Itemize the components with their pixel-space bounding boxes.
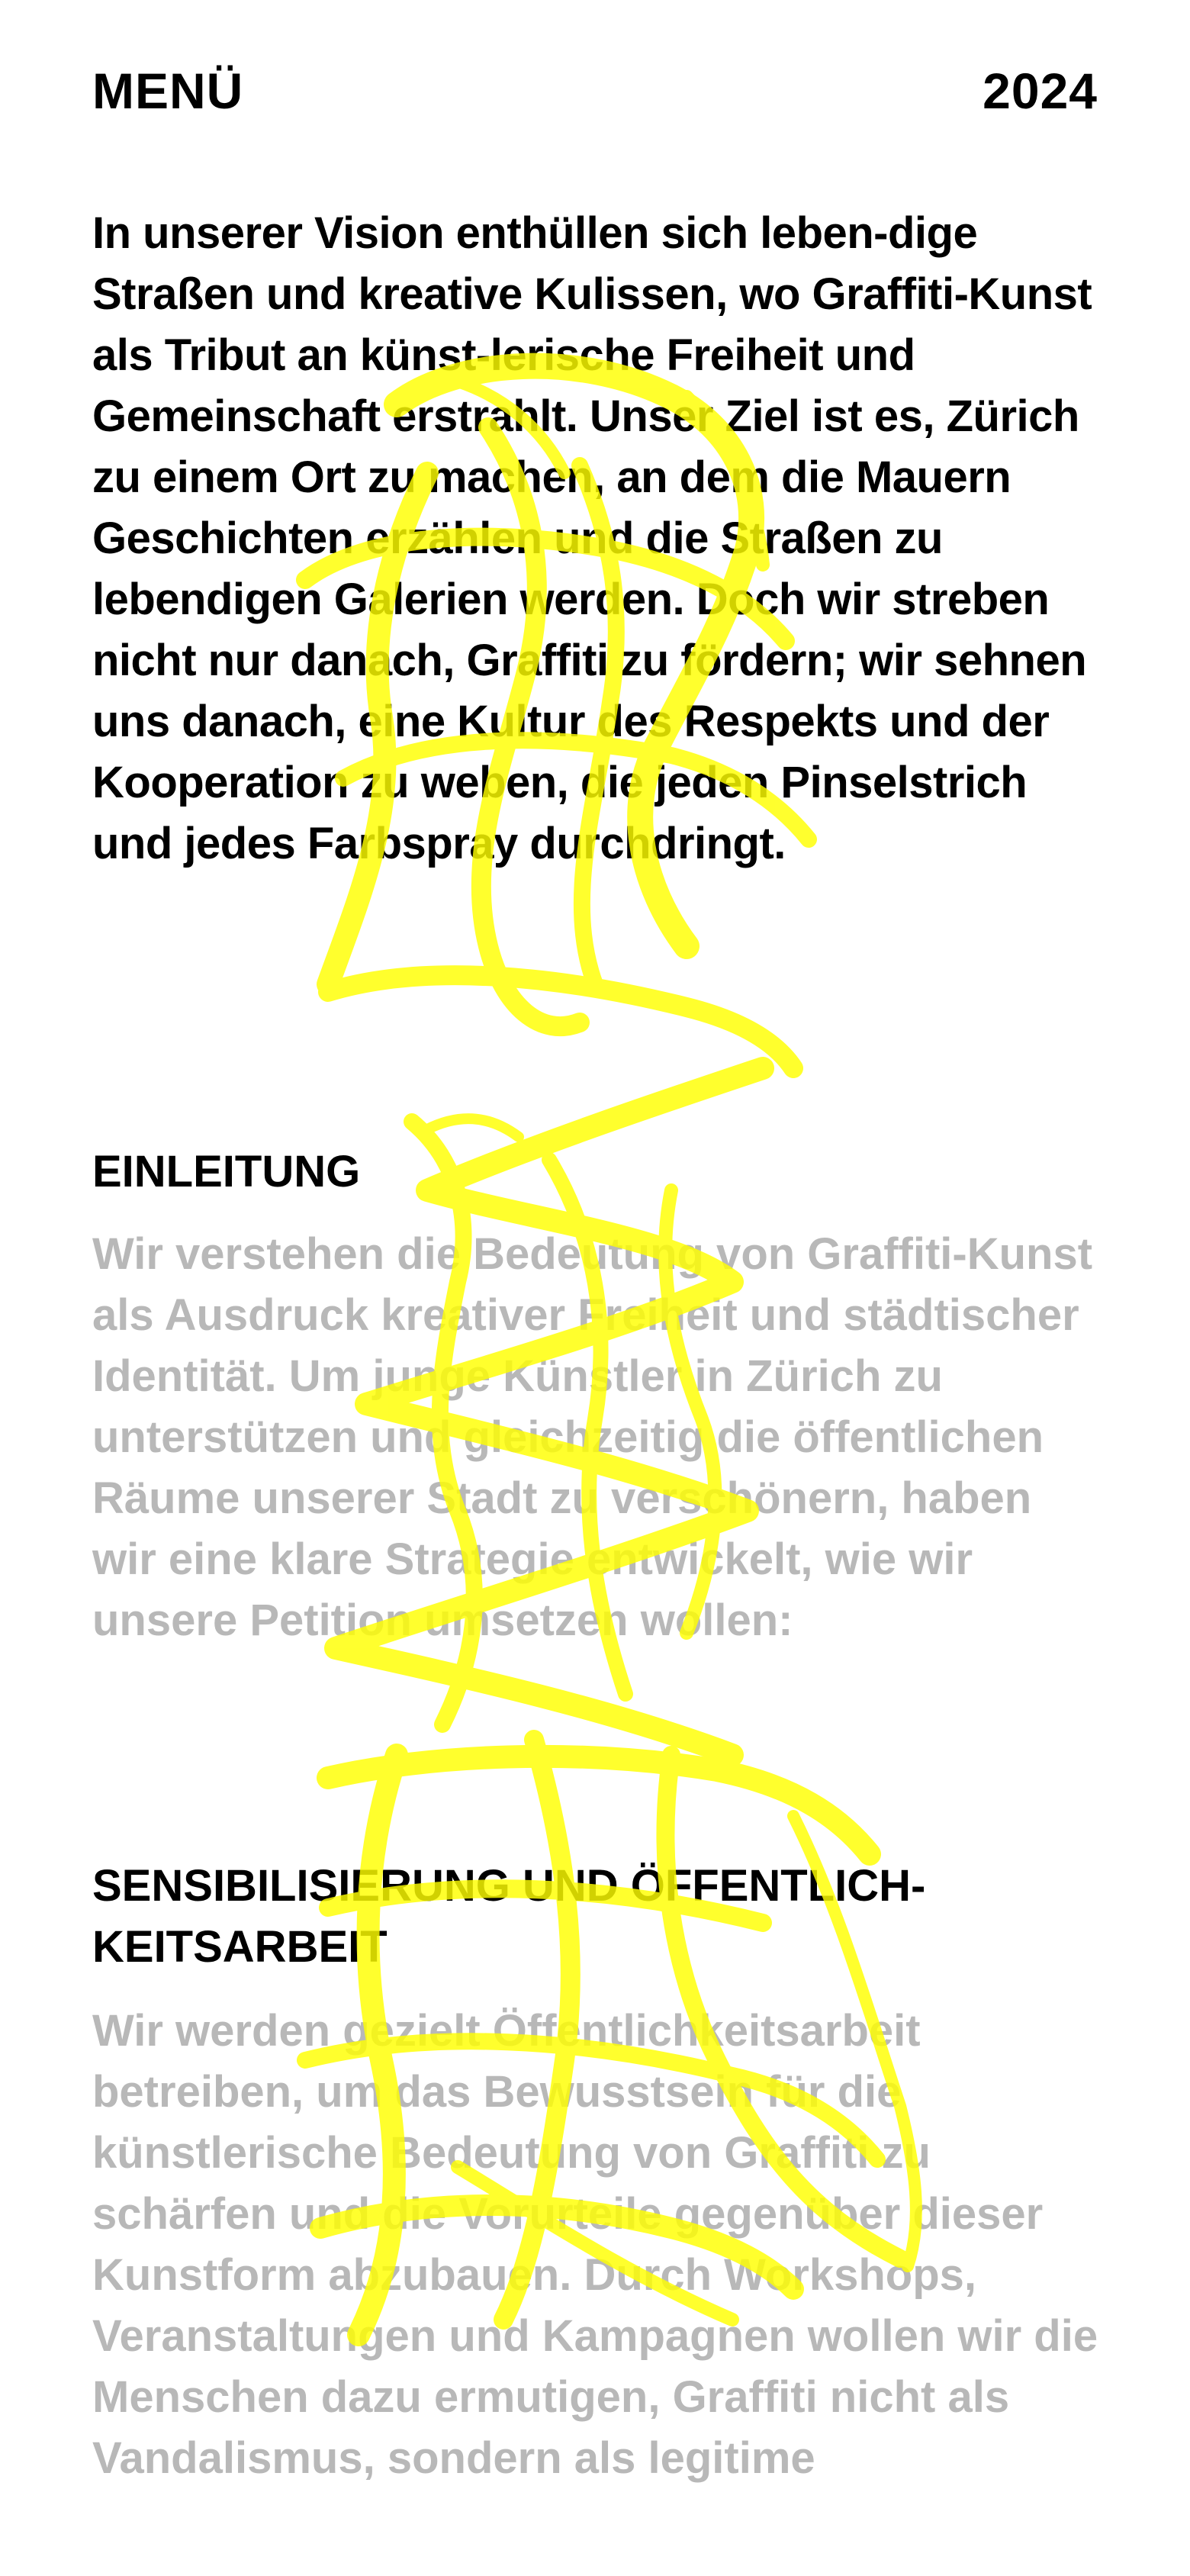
site-header: MENÜ 2024 (92, 56, 1098, 125)
section-body-einleitung: Wir verstehen die Bedeutung von Graffiti… (92, 1229, 1093, 1645)
year-label: 2024 (983, 63, 1098, 119)
section-title-sensibilisierung: SENSIBILISIERUNG UND ÖFFENTLICH-KEITSARB… (92, 1861, 926, 1972)
vision-intro: In unserer Vision enthüllen sich leben-d… (92, 208, 1092, 868)
section-title-einleitung: EINLEITUNG (92, 1147, 361, 1196)
section-body-sensibilisierung: Wir werden gezielt Öffentlichkeitsarbeit… (92, 2006, 1098, 2483)
menu-button[interactable]: MENÜ (92, 62, 243, 120)
page: MENÜ 2024 In unserer Vision enthüllen si… (0, 0, 1190, 2576)
